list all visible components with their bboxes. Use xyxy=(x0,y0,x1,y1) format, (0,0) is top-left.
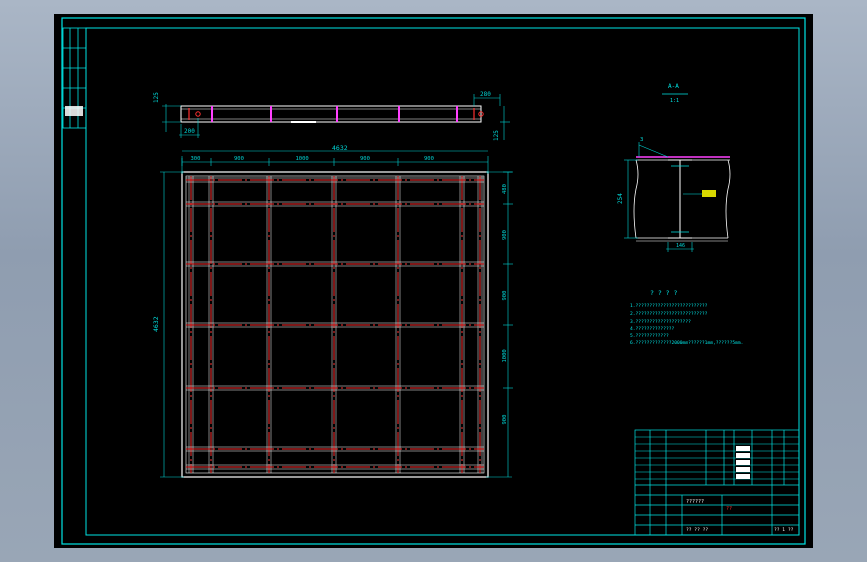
title-name-label: ?????? xyxy=(686,499,704,505)
section-title: A-A xyxy=(668,83,679,90)
title-bottom-label: ?? ?? ?? xyxy=(686,527,708,533)
section-callout: 3 xyxy=(640,137,643,143)
plan-view xyxy=(181,171,489,478)
plan-top-dim: 900 xyxy=(360,156,370,162)
cad-viewport[interactable]: 125 200 280 125 300 900 1000 900 900 480… xyxy=(0,0,867,562)
drawing-canvas[interactable]: 125 200 280 125 300 900 1000 900 9004809… xyxy=(54,14,813,548)
drawing-sheet[interactable]: 125 200 280 125 300 900 1000 900 900 480… xyxy=(54,14,813,548)
elevation-view: 125 200 280 125 xyxy=(153,91,510,141)
note-line-6: 6.?????????????2000mm??????1mm,??????5mm… xyxy=(630,340,743,346)
plan-right-dim: 900 xyxy=(502,230,508,240)
section-view: A-A 1:1 254 146 3 xyxy=(617,83,731,252)
plan-top-dim: 300 xyxy=(191,156,201,162)
notes-heading: ? ? ? ? xyxy=(650,289,677,297)
section-dim-bottom: 146 xyxy=(676,243,685,249)
notes-block: ? ? ? ? 1.?????????????????????????? 2.?… xyxy=(630,289,743,346)
section-dim-left: 254 xyxy=(617,193,624,204)
title-sheet-no: ?? 1 ?? xyxy=(774,527,794,533)
elev-dim-right-0: 280 xyxy=(480,91,491,98)
title-block xyxy=(634,429,800,536)
title-block-cells xyxy=(736,446,750,479)
plan-overall-height: 4632 xyxy=(152,316,160,332)
plan-right-dim: 900 xyxy=(502,415,508,425)
plan-right-dim: 900 xyxy=(502,291,508,301)
elev-dim-left-1: 200 xyxy=(184,128,195,135)
title-mark: ?? xyxy=(726,506,732,512)
note-line-2: 2.?????????????????????????? xyxy=(630,311,708,317)
elev-dim-right-1: 125 xyxy=(493,130,500,141)
plan-overall-width: 4632 xyxy=(332,144,348,152)
note-line-5: 5.???????????? xyxy=(630,333,669,339)
note-line-1: 1.?????????????????????????? xyxy=(630,303,708,309)
plan-top-dim: 900 xyxy=(424,156,434,162)
plan-top-dim: 900 xyxy=(234,156,244,162)
elev-dim-left-0: 125 xyxy=(153,92,160,103)
note-line-3: 3.???????????????????? xyxy=(630,319,691,325)
binding-strip xyxy=(62,27,87,129)
section-scale: 1:1 xyxy=(670,98,679,104)
note-line-4: 4.?????????????? xyxy=(630,326,674,332)
plan-right-dim: 1000 xyxy=(502,349,508,362)
plan-top-dim: 1000 xyxy=(296,156,309,162)
plan-right-dim: 480 xyxy=(502,184,508,194)
